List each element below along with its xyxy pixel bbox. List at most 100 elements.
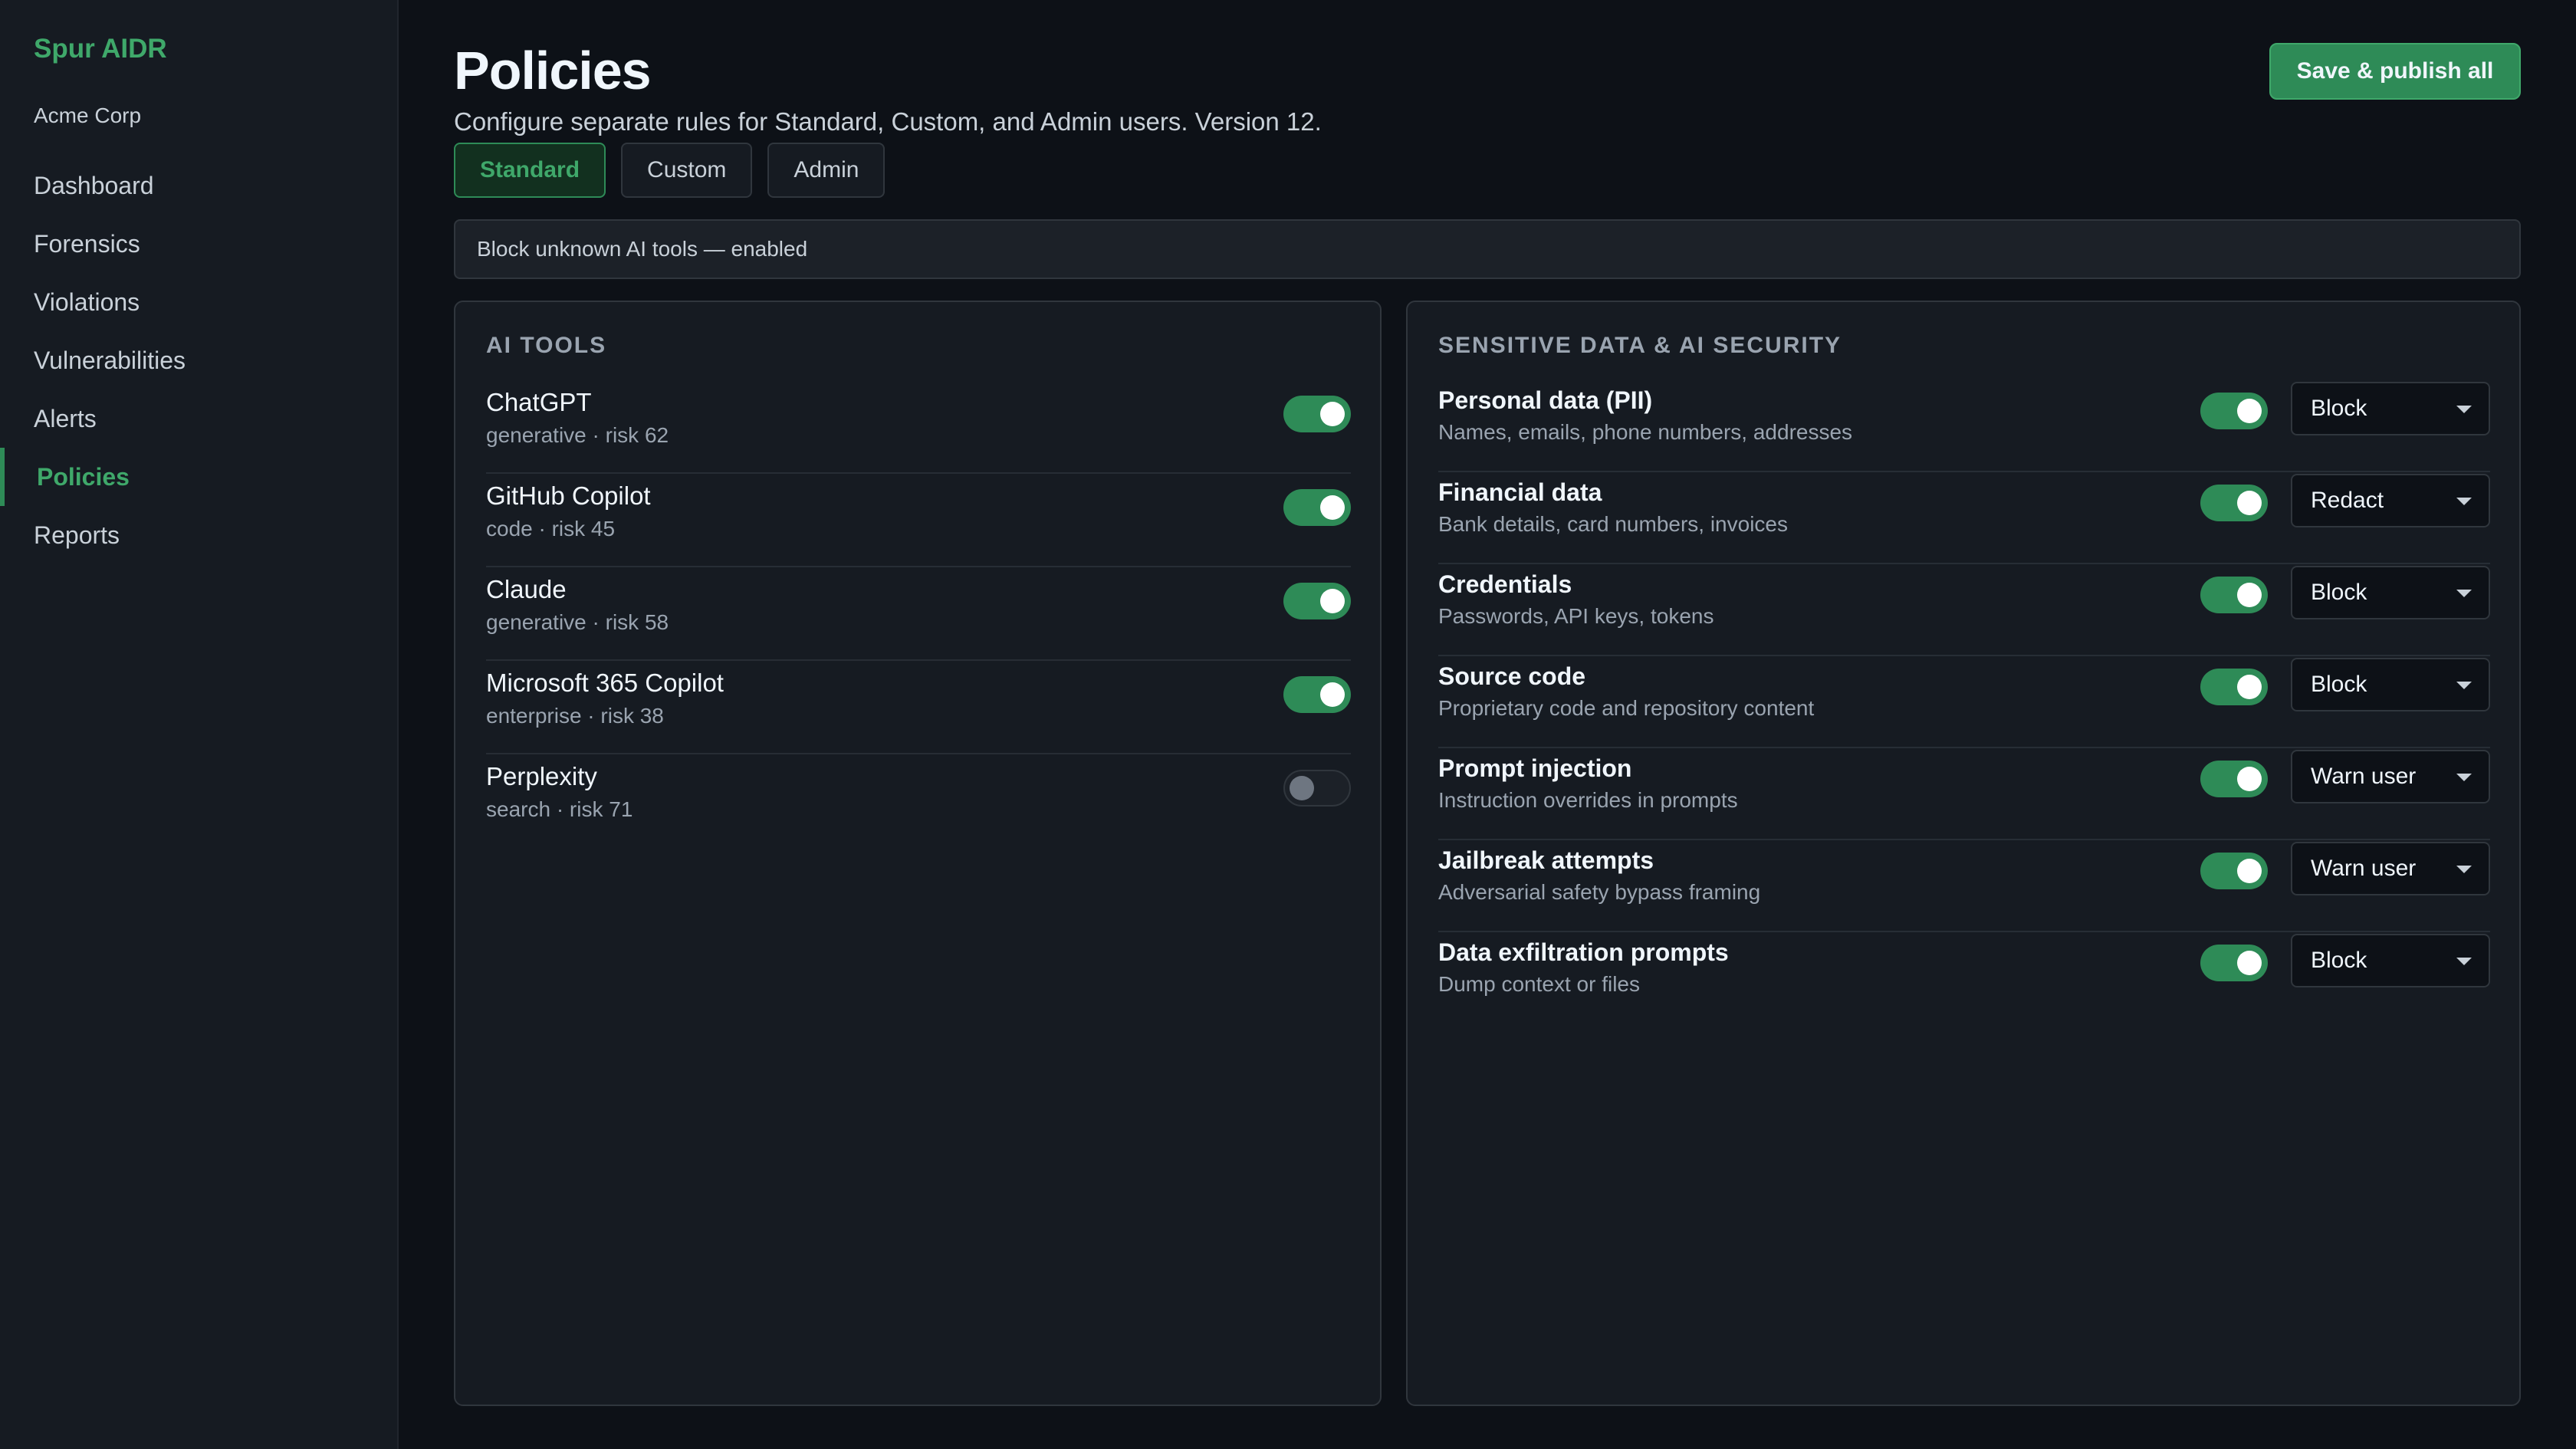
list-item: Personal data (PII) Names, emails, phone… xyxy=(1438,380,2490,472)
list-item: Financial data Bank details, card number… xyxy=(1438,472,2490,564)
save-publish-button[interactable]: Save & publish all xyxy=(2269,43,2521,100)
caret-down-icon xyxy=(2456,958,2472,965)
rule-toggle[interactable] xyxy=(2200,853,2268,889)
list-item: GitHub Copilot code · risk 45 xyxy=(486,474,1351,567)
action-select[interactable]: Block xyxy=(2291,566,2490,619)
ai-tools-heading: AI TOOLS xyxy=(486,333,607,358)
tool-toggle[interactable] xyxy=(1283,770,1351,807)
sidebar-item-forensics[interactable]: Forensics xyxy=(0,215,397,273)
sensitive-data-list: Personal data (PII) Names, emails, phone… xyxy=(1438,380,2490,1024)
rule-toggle[interactable] xyxy=(2200,761,2268,797)
action-select-value: Block xyxy=(2311,672,2367,697)
toggle-knob xyxy=(2237,767,2262,791)
toggle-knob xyxy=(1320,495,1345,520)
action-select[interactable]: Block xyxy=(2291,658,2490,711)
action-select[interactable]: Redact xyxy=(2291,474,2490,527)
rule-toggle[interactable] xyxy=(2200,393,2268,429)
list-item: Microsoft 365 Copilot enterprise · risk … xyxy=(486,661,1351,754)
block-unknown-banner: Block unknown AI tools — enabled xyxy=(454,219,2521,279)
brand-logo[interactable]: Spur AIDR xyxy=(34,34,167,64)
sensitive-data-panel: SENSITIVE DATA & AI SECURITY Personal da… xyxy=(1406,301,2521,1406)
rule-toggle[interactable] xyxy=(2200,669,2268,705)
sidebar-item-alerts[interactable]: Alerts xyxy=(0,389,397,448)
list-item: Source code Proprietary code and reposit… xyxy=(1438,656,2490,748)
list-item: Jailbreak attempts Adversarial safety by… xyxy=(1438,840,2490,932)
action-select[interactable]: Block xyxy=(2291,382,2490,435)
action-select[interactable]: Warn user xyxy=(2291,842,2490,895)
toggle-knob xyxy=(2237,583,2262,607)
sidebar: Spur AIDR Acme Corp Dashboard Forensics … xyxy=(0,0,399,1449)
action-select[interactable]: Block xyxy=(2291,934,2490,987)
tool-toggle[interactable] xyxy=(1283,489,1351,526)
rule-description: Bank details, card numbers, invoices xyxy=(1438,512,1788,536)
rule-toggle[interactable] xyxy=(2200,485,2268,521)
caret-down-icon xyxy=(2456,590,2472,597)
page-title: Policies xyxy=(454,41,652,100)
tab-admin[interactable]: Admin xyxy=(767,143,886,198)
sidebar-item-reports[interactable]: Reports xyxy=(0,506,397,564)
rule-name: Source code xyxy=(1438,662,1586,690)
tool-name: Microsoft 365 Copilot xyxy=(486,669,724,697)
toggle-knob xyxy=(1290,776,1314,800)
tool-name: Claude xyxy=(486,575,567,603)
rule-description: Adversarial safety bypass framing xyxy=(1438,880,1761,904)
tool-name: ChatGPT xyxy=(486,388,592,416)
tool-meta: generative · risk 62 xyxy=(486,423,669,447)
rule-name: Jailbreak attempts xyxy=(1438,846,1654,874)
caret-down-icon xyxy=(2456,406,2472,413)
toggle-knob xyxy=(2237,675,2262,699)
tool-meta: search · risk 71 xyxy=(486,797,633,821)
action-select-value: Warn user xyxy=(2311,764,2417,789)
ai-tools-list: ChatGPT generative · risk 62 GitHub Copi… xyxy=(486,380,1351,848)
caret-down-icon xyxy=(2456,866,2472,873)
tool-toggle[interactable] xyxy=(1283,676,1351,713)
toggle-knob xyxy=(2237,951,2262,975)
action-select-value: Redact xyxy=(2311,488,2384,513)
tool-toggle[interactable] xyxy=(1283,396,1351,432)
caret-down-icon xyxy=(2456,774,2472,781)
caret-down-icon xyxy=(2456,498,2472,505)
tool-meta: generative · risk 58 xyxy=(486,610,669,634)
toggle-knob xyxy=(2237,491,2262,515)
list-item: Claude generative · risk 58 xyxy=(486,567,1351,661)
user-type-tabs: Standard Custom Admin xyxy=(454,143,886,198)
list-item: Prompt injection Instruction overrides i… xyxy=(1438,748,2490,840)
page-subtitle: Configure separate rules for Standard, C… xyxy=(454,107,1322,136)
tool-name: Perplexity xyxy=(486,762,597,790)
toggle-knob xyxy=(1320,589,1345,613)
tool-name: GitHub Copilot xyxy=(486,481,651,510)
rule-description: Names, emails, phone numbers, addresses xyxy=(1438,420,1853,444)
rule-toggle[interactable] xyxy=(2200,945,2268,981)
sensitive-data-heading: SENSITIVE DATA & AI SECURITY xyxy=(1438,333,1842,358)
toggle-knob xyxy=(1320,402,1345,426)
toggle-knob xyxy=(1320,682,1345,707)
tab-standard[interactable]: Standard xyxy=(454,143,606,198)
action-select-value: Block xyxy=(2311,948,2367,973)
action-select-value: Block xyxy=(2311,580,2367,605)
sidebar-item-violations[interactable]: Violations xyxy=(0,273,397,331)
list-item: Perplexity search · risk 71 xyxy=(486,754,1351,848)
action-select-value: Warn user xyxy=(2311,856,2417,881)
rule-name: Personal data (PII) xyxy=(1438,386,1653,414)
list-item: ChatGPT generative · risk 62 xyxy=(486,380,1351,474)
sidebar-item-policies[interactable]: Policies xyxy=(0,448,397,506)
rule-description: Instruction overrides in prompts xyxy=(1438,788,1738,812)
rule-name: Data exfiltration prompts xyxy=(1438,938,1729,966)
ai-tools-panel: AI TOOLS ChatGPT generative · risk 62 Gi… xyxy=(454,301,1382,1406)
rule-toggle[interactable] xyxy=(2200,577,2268,613)
tab-custom[interactable]: Custom xyxy=(621,143,753,198)
action-select[interactable]: Warn user xyxy=(2291,750,2490,803)
sidebar-nav: Dashboard Forensics Violations Vulnerabi… xyxy=(0,156,397,564)
sidebar-item-dashboard[interactable]: Dashboard xyxy=(0,156,397,215)
rule-name: Financial data xyxy=(1438,478,1602,506)
caret-down-icon xyxy=(2456,682,2472,689)
rule-description: Passwords, API keys, tokens xyxy=(1438,604,1714,628)
rule-description: Proprietary code and repository content xyxy=(1438,696,1815,720)
toggle-knob xyxy=(2237,399,2262,423)
toggle-knob xyxy=(2237,859,2262,883)
rule-name: Prompt injection xyxy=(1438,754,1632,782)
tool-meta: code · risk 45 xyxy=(486,517,616,540)
sidebar-item-vulnerabilities[interactable]: Vulnerabilities xyxy=(0,331,397,389)
tool-toggle[interactable] xyxy=(1283,583,1351,619)
list-item: Credentials Passwords, API keys, tokens … xyxy=(1438,564,2490,656)
